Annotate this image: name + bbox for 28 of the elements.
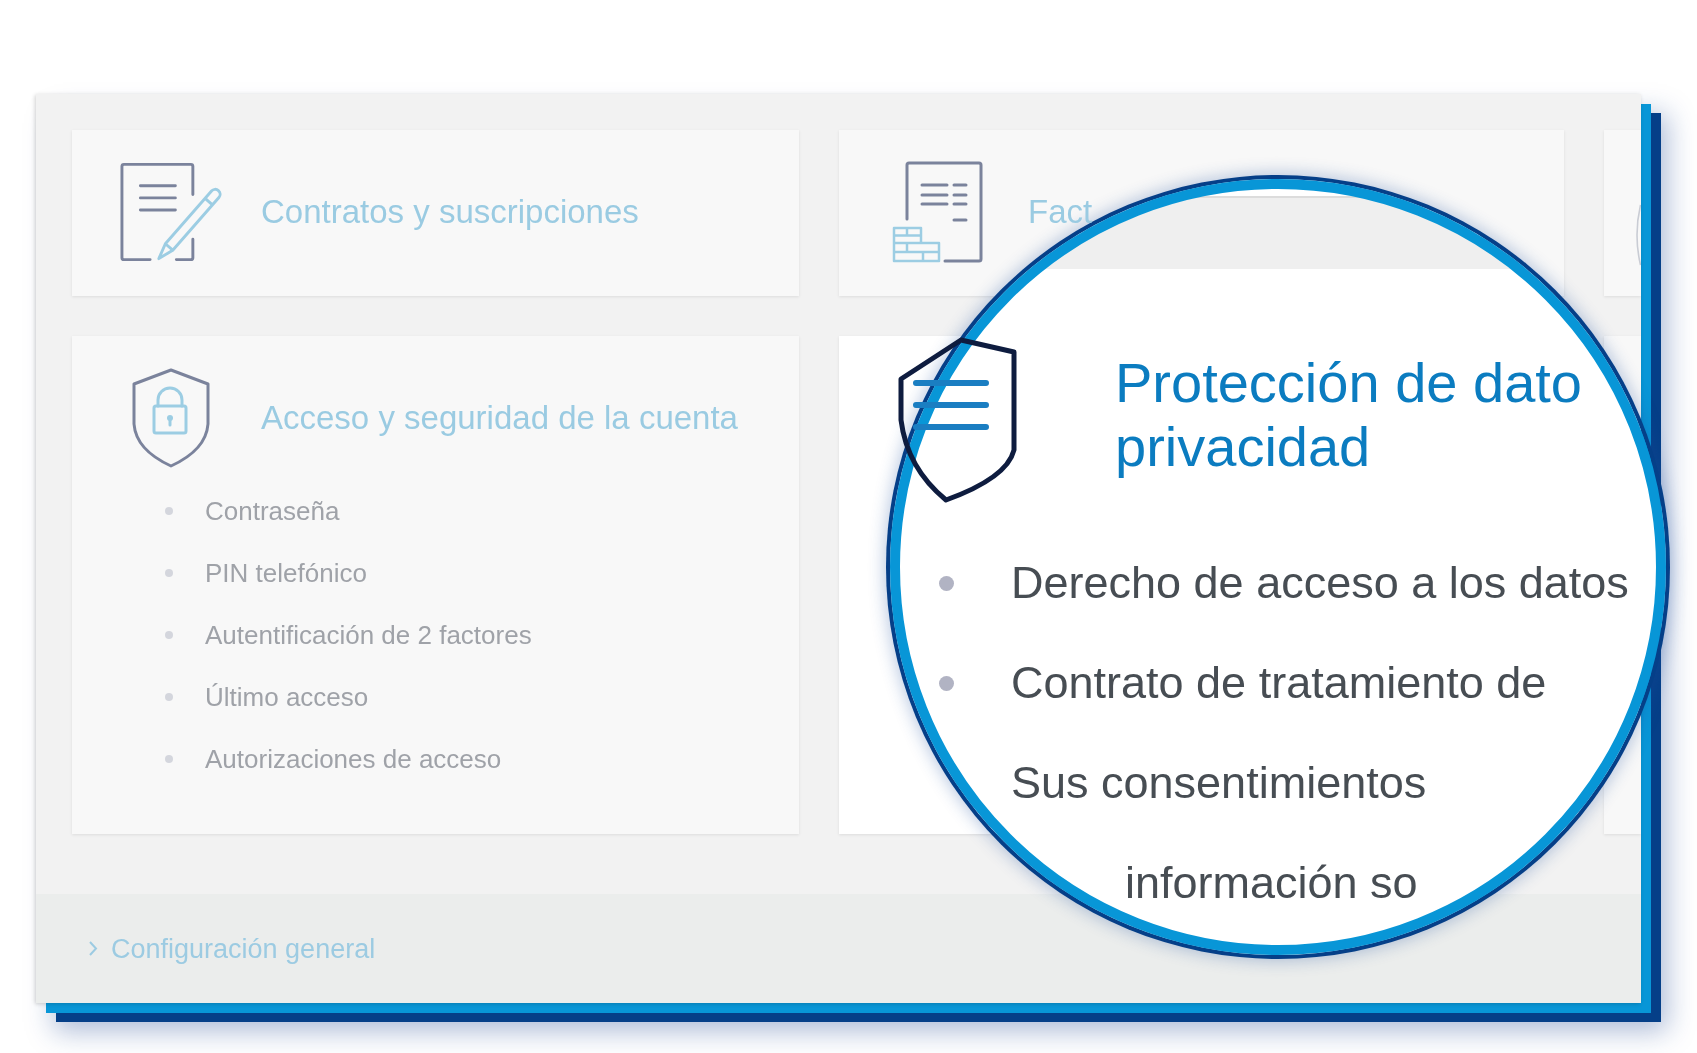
card-title[interactable]: Fact [1028,195,1093,229]
list-item: información so [1125,858,1418,908]
menu-link[interactable]: Último acceso [205,680,369,714]
bullet-icon [939,675,954,691]
settings-link[interactable]: Configuración general [88,931,376,966]
menu-link[interactable]: Contraseña [205,494,340,528]
list-item: Contrato de tratamiento de [1011,658,1547,708]
list-item: Derecho de acceso a los datos [1011,558,1629,608]
menu-link[interactable]: Autentificación de 2 factores [205,618,532,652]
shield-lock-icon [131,367,211,469]
bullet-icon [165,507,173,515]
list-item: Sus consentimientos [1011,758,1427,808]
document-blocks-icon [892,161,984,263]
menu-link[interactable]: PIN telefónico [205,556,367,590]
card-title[interactable]: Contratos y suscripciones [261,195,639,229]
bullet-icon [165,631,173,639]
card-title[interactable]: Acceso y seguridad de la cuenta [261,401,738,435]
bullet-icon [165,755,173,763]
document-pencil-icon [120,161,222,263]
shield-lines-icon [898,337,1018,505]
menu-link[interactable]: Autorizaciones de acceso [205,742,502,776]
card-title: privacidad [1115,415,1372,479]
bullet-icon [165,693,173,701]
bullet-icon [165,569,173,577]
bullet-icon [939,575,954,591]
chevron-icon [88,940,98,957]
arc-icon [1635,204,1641,266]
card-title: Protección de dato [1115,351,1582,415]
